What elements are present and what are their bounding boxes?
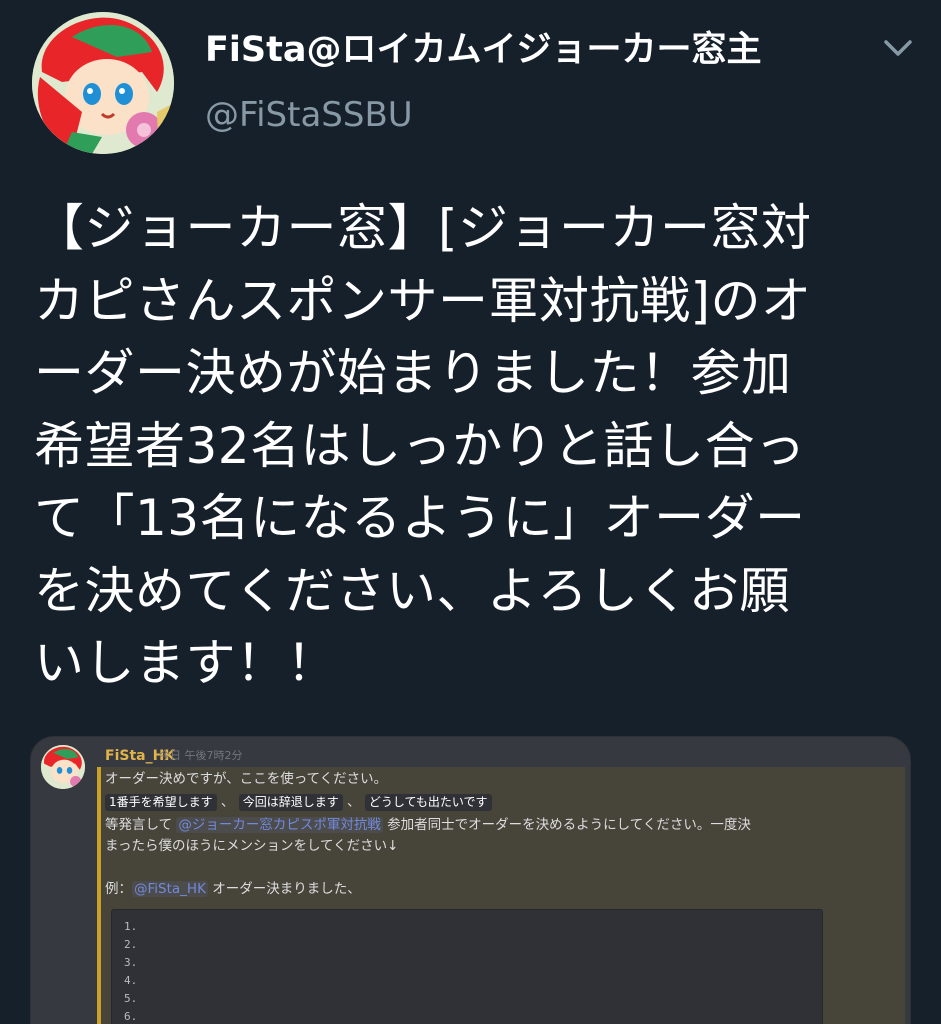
tweet-text-line: 希望者32名はしっかりと話し合っ [34, 416, 806, 475]
text: オーダー決まりました、 [207, 881, 361, 897]
inline-code: どうしても出たいです [364, 794, 492, 811]
role-mention: @ジョーカー窓カピスポ軍対抗戦 [176, 817, 383, 833]
list-item: 4. [124, 974, 138, 987]
user-mention: @FiSta_HK [132, 881, 208, 897]
discord-line: 等発言して @ジョーカー窓カピスポ軍対抗戦 参加者同士でオーダーを決めるようにし… [105, 815, 751, 835]
tweet-text: 【ジョーカー窓】[ジョーカー窓対 カピさんスポンサー軍対抗戦]のオ ーダー決めが… [34, 192, 924, 700]
chevron-down-icon[interactable] [878, 34, 918, 64]
discord-timestamp: 今日 午後7時2分 [159, 749, 243, 762]
avatar-illustration [32, 12, 174, 154]
tweet-text-line: 【ジョーカー窓】[ジョーカー窓対 [34, 199, 812, 257]
tweet-view: FiSta@ロイカムイジョーカー窓主 @FiStaSSBU 【ジョーカー窓】[ジ… [0, 0, 941, 1024]
list-item: 2. [124, 938, 138, 951]
inline-code: 今回は辞退します [238, 794, 343, 811]
avatar[interactable] [32, 12, 174, 154]
discord-line: オーダー決めですが、ここを使ってください。 [105, 771, 388, 787]
user-handle[interactable]: @FiStaSSBU [205, 92, 413, 138]
discord-example: 例： @FiSta_HK オーダー決まりました、 [105, 879, 361, 899]
separator: 、 [216, 794, 239, 810]
display-name[interactable]: FiSta@ロイカムイジョーカー窓主 [205, 26, 761, 74]
discord-code-row: 1番手を希望します 、 今回は辞退します 、 どうしても出たいです [105, 792, 492, 812]
tweet-text-line: カピさんスポンサー軍対抗戦]のオ [34, 271, 812, 330]
discord-avatar [41, 745, 85, 789]
tweet-text-line: を決めてください、よろしくお願 [34, 561, 790, 620]
list-item: 5. [124, 992, 138, 1005]
list-item: 1. [124, 920, 138, 933]
tweet-text-line: て「13名になるように」オーダー [34, 489, 806, 547]
tweet-text-line: ーダー決めが始まりました！参加 [34, 344, 792, 402]
text: 等発言して [105, 817, 177, 833]
inline-code: 1番手を希望します [105, 794, 217, 811]
discord-mention-bar [97, 767, 101, 1024]
tweet-media-image[interactable]: FiSta_HK 今日 午後7時2分 オーダー決めですが、ここを使ってください。… [30, 736, 911, 1024]
tweet-text-line: いします！！ [34, 634, 337, 692]
example-label: 例： [105, 881, 132, 897]
discord-line: まったら僕のほうにメンションをしてください↓ [105, 838, 399, 854]
list-item: 3. [124, 956, 138, 969]
list-item: 6. [124, 1010, 138, 1023]
text: 参加者同士でオーダーを決めるようにしてください。一度決 [382, 817, 751, 833]
separator: 、 [342, 794, 365, 810]
code-block: 1. 2. 3. 4. 5. 6. [111, 909, 823, 1024]
